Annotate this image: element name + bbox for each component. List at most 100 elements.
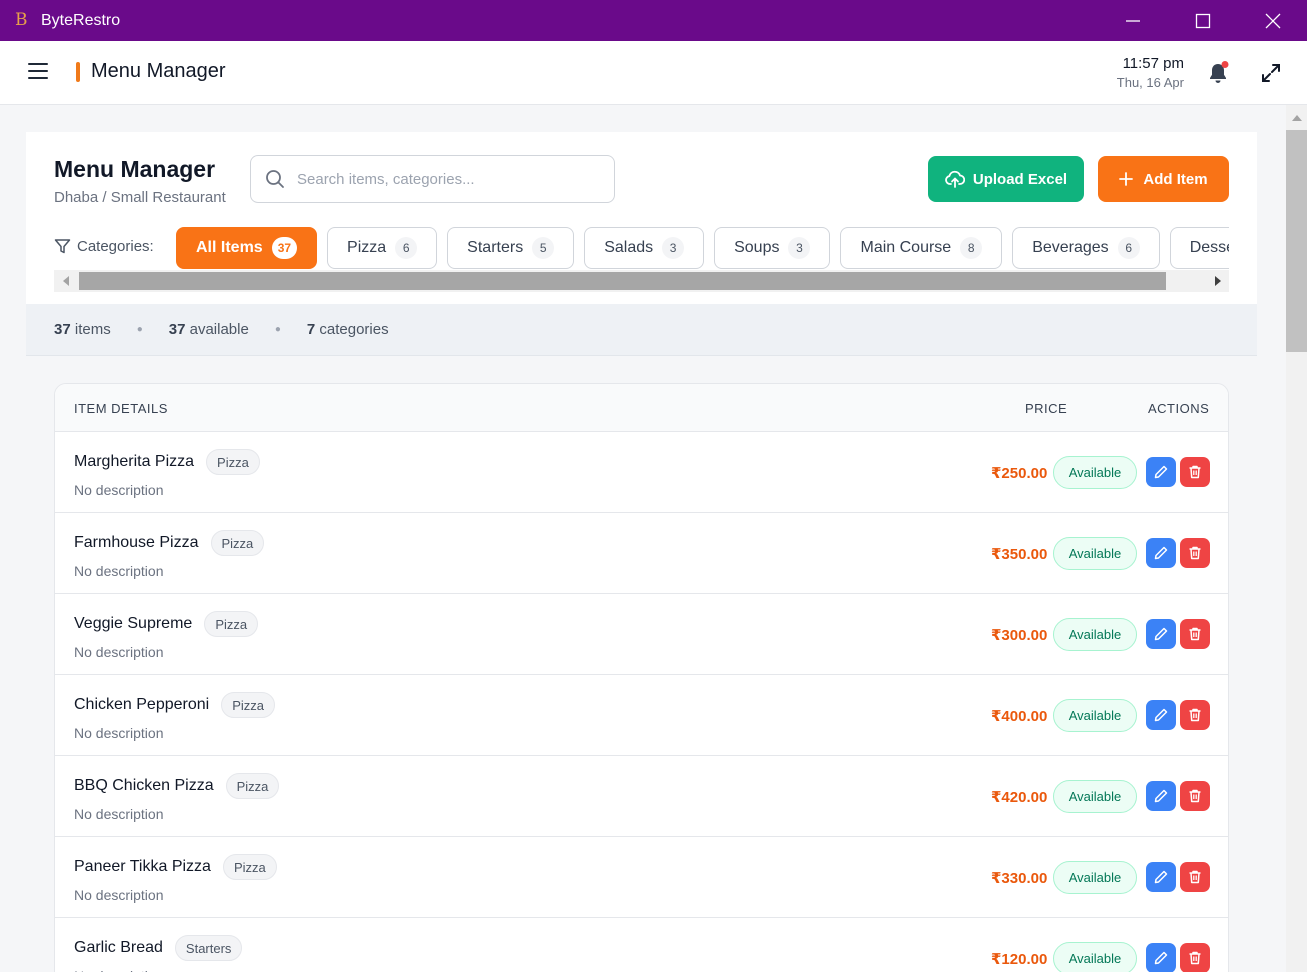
minimize-icon: [1126, 19, 1140, 22]
item-name-line: Margherita Pizza Pizza: [74, 449, 260, 475]
item-price: ₹250.00: [991, 465, 1048, 482]
scrollbar-thumb[interactable]: [1286, 130, 1307, 352]
scroll-up-icon[interactable]: [1292, 115, 1302, 121]
category-chip[interactable]: Pizza 6: [327, 227, 438, 269]
filter-icon: [54, 239, 71, 254]
availability-toggle[interactable]: Available: [1053, 618, 1137, 651]
table-row: Chicken Pepperoni Pizza No description ₹400…: [55, 675, 1228, 756]
category-count-badge: 3: [662, 237, 685, 259]
delete-item-button[interactable]: [1180, 457, 1210, 487]
edit-item-button[interactable]: [1146, 457, 1176, 487]
pencil-icon: [1154, 789, 1168, 803]
edit-item-button[interactable]: [1146, 619, 1176, 649]
clock-date: Thu, 16 Apr: [1116, 75, 1184, 90]
table-body: Margherita Pizza Pizza No description ₹250.…: [55, 432, 1228, 972]
category-chip[interactable]: Salads 3: [584, 227, 705, 269]
category-count-badge: 3: [788, 237, 811, 259]
item-name: BBQ Chicken Pizza: [74, 777, 214, 794]
available-count: 37: [168, 321, 186, 338]
table-row: Margherita Pizza Pizza No description ₹250.…: [55, 432, 1228, 513]
category-chip-label: Desserts: [1189, 239, 1229, 256]
minimize-button[interactable]: [1110, 0, 1156, 41]
delete-item-button[interactable]: [1180, 943, 1210, 972]
column-header-price: PRICE: [1025, 401, 1068, 416]
table-row: Paneer Tikka Pizza Pizza No description ₹33…: [55, 837, 1228, 918]
category-count-badge: 37: [271, 237, 298, 259]
close-icon: [1265, 13, 1281, 28]
search-input[interactable]: [297, 170, 597, 188]
item-description: No description: [74, 968, 164, 972]
separator-dot: ●: [136, 324, 143, 335]
notifications-button[interactable]: [1207, 61, 1229, 85]
table-row: BBQ Chicken Pizza Pizza No description ₹420…: [55, 756, 1228, 837]
category-chip[interactable]: Starters 5: [447, 227, 575, 269]
availability-toggle[interactable]: Available: [1053, 861, 1137, 894]
item-description: No description: [74, 725, 164, 741]
add-item-label: Add Item: [1143, 170, 1208, 188]
categories-count-label: categories: [319, 321, 389, 338]
categories-label: Categories:: [54, 238, 154, 255]
item-name-line: Garlic Bread Starters: [74, 935, 243, 961]
edit-item-button[interactable]: [1146, 781, 1176, 811]
delete-item-button[interactable]: [1180, 538, 1210, 568]
availability-toggle[interactable]: Available: [1053, 780, 1137, 813]
category-chip[interactable]: All Items 37: [176, 227, 318, 269]
separator-dot: ●: [274, 324, 281, 335]
item-category-tag: Pizza: [206, 449, 260, 475]
delete-item-button[interactable]: [1180, 862, 1210, 892]
category-scrollbar[interactable]: [54, 270, 1229, 292]
edit-item-button[interactable]: [1146, 538, 1176, 568]
category-chip[interactable]: Soups 3: [714, 227, 831, 269]
category-chip-label: Beverages: [1032, 239, 1109, 256]
pencil-icon: [1154, 546, 1168, 560]
page-scrollbar[interactable]: [1286, 105, 1307, 972]
pencil-icon: [1154, 870, 1168, 884]
category-chip-label: Pizza: [347, 239, 387, 256]
edit-item-button[interactable]: [1146, 943, 1176, 972]
item-category-tag: Pizza: [210, 530, 265, 556]
search-box[interactable]: [250, 155, 615, 203]
item-price: ₹120.00: [991, 951, 1048, 968]
availability-toggle[interactable]: Available: [1053, 456, 1137, 489]
delete-item-button[interactable]: [1180, 619, 1210, 649]
availability-toggle[interactable]: Available: [1053, 699, 1137, 732]
expand-icon: [1262, 64, 1280, 82]
delete-item-button[interactable]: [1180, 700, 1210, 730]
table-row: Farmhouse Pizza Pizza No description ₹350.0…: [55, 513, 1228, 594]
search-icon: [266, 170, 284, 188]
edit-item-button[interactable]: [1146, 700, 1176, 730]
scroll-left-icon[interactable]: [63, 276, 69, 286]
stats-bar: 37 items ● 37 available ● 7 categories: [26, 304, 1257, 356]
availability-toggle[interactable]: Available: [1053, 537, 1137, 570]
category-chip[interactable]: Main Course 8: [840, 227, 1003, 269]
scroll-right-icon[interactable]: [1215, 276, 1221, 286]
category-scrollbar-thumb[interactable]: [79, 272, 1166, 290]
edit-item-button[interactable]: [1146, 862, 1176, 892]
category-chip[interactable]: Desserts: [1169, 227, 1229, 269]
plus-icon: [1119, 172, 1134, 186]
delete-item-button[interactable]: [1180, 781, 1210, 811]
table-row: Veggie Supreme Pizza No description ₹300.00…: [55, 594, 1228, 675]
item-name: Margherita Pizza: [74, 453, 195, 470]
close-button[interactable]: [1250, 0, 1296, 41]
trash-icon: [1189, 465, 1201, 479]
item-name: Paneer Tikka Pizza: [74, 858, 211, 875]
upload-excel-label: Upload Excel: [972, 170, 1068, 188]
page-subtitle: Dhaba / Small Restaurant: [54, 189, 226, 206]
upload-excel-button[interactable]: Upload Excel: [928, 156, 1084, 202]
app-header: Menu Manager 11:57 pm Thu, 16 Apr: [0, 41, 1307, 105]
category-chip-label: Starters: [467, 239, 524, 256]
maximize-button[interactable]: [1180, 0, 1226, 41]
item-price: ₹300.00: [991, 627, 1048, 644]
fullscreen-button[interactable]: [1260, 62, 1282, 84]
menu-toggle-button[interactable]: [28, 63, 48, 81]
item-name-line: Chicken Pepperoni Pizza: [74, 692, 275, 718]
availability-toggle[interactable]: Available: [1053, 942, 1137, 972]
item-category-tag: Pizza: [225, 773, 280, 799]
category-count-badge: 5: [532, 237, 555, 259]
item-name-line: BBQ Chicken Pizza Pizza: [74, 773, 280, 799]
trash-icon: [1189, 951, 1201, 965]
trash-icon: [1189, 789, 1201, 803]
category-chip[interactable]: Beverages 6: [1012, 227, 1160, 269]
add-item-button[interactable]: Add Item: [1098, 156, 1229, 202]
